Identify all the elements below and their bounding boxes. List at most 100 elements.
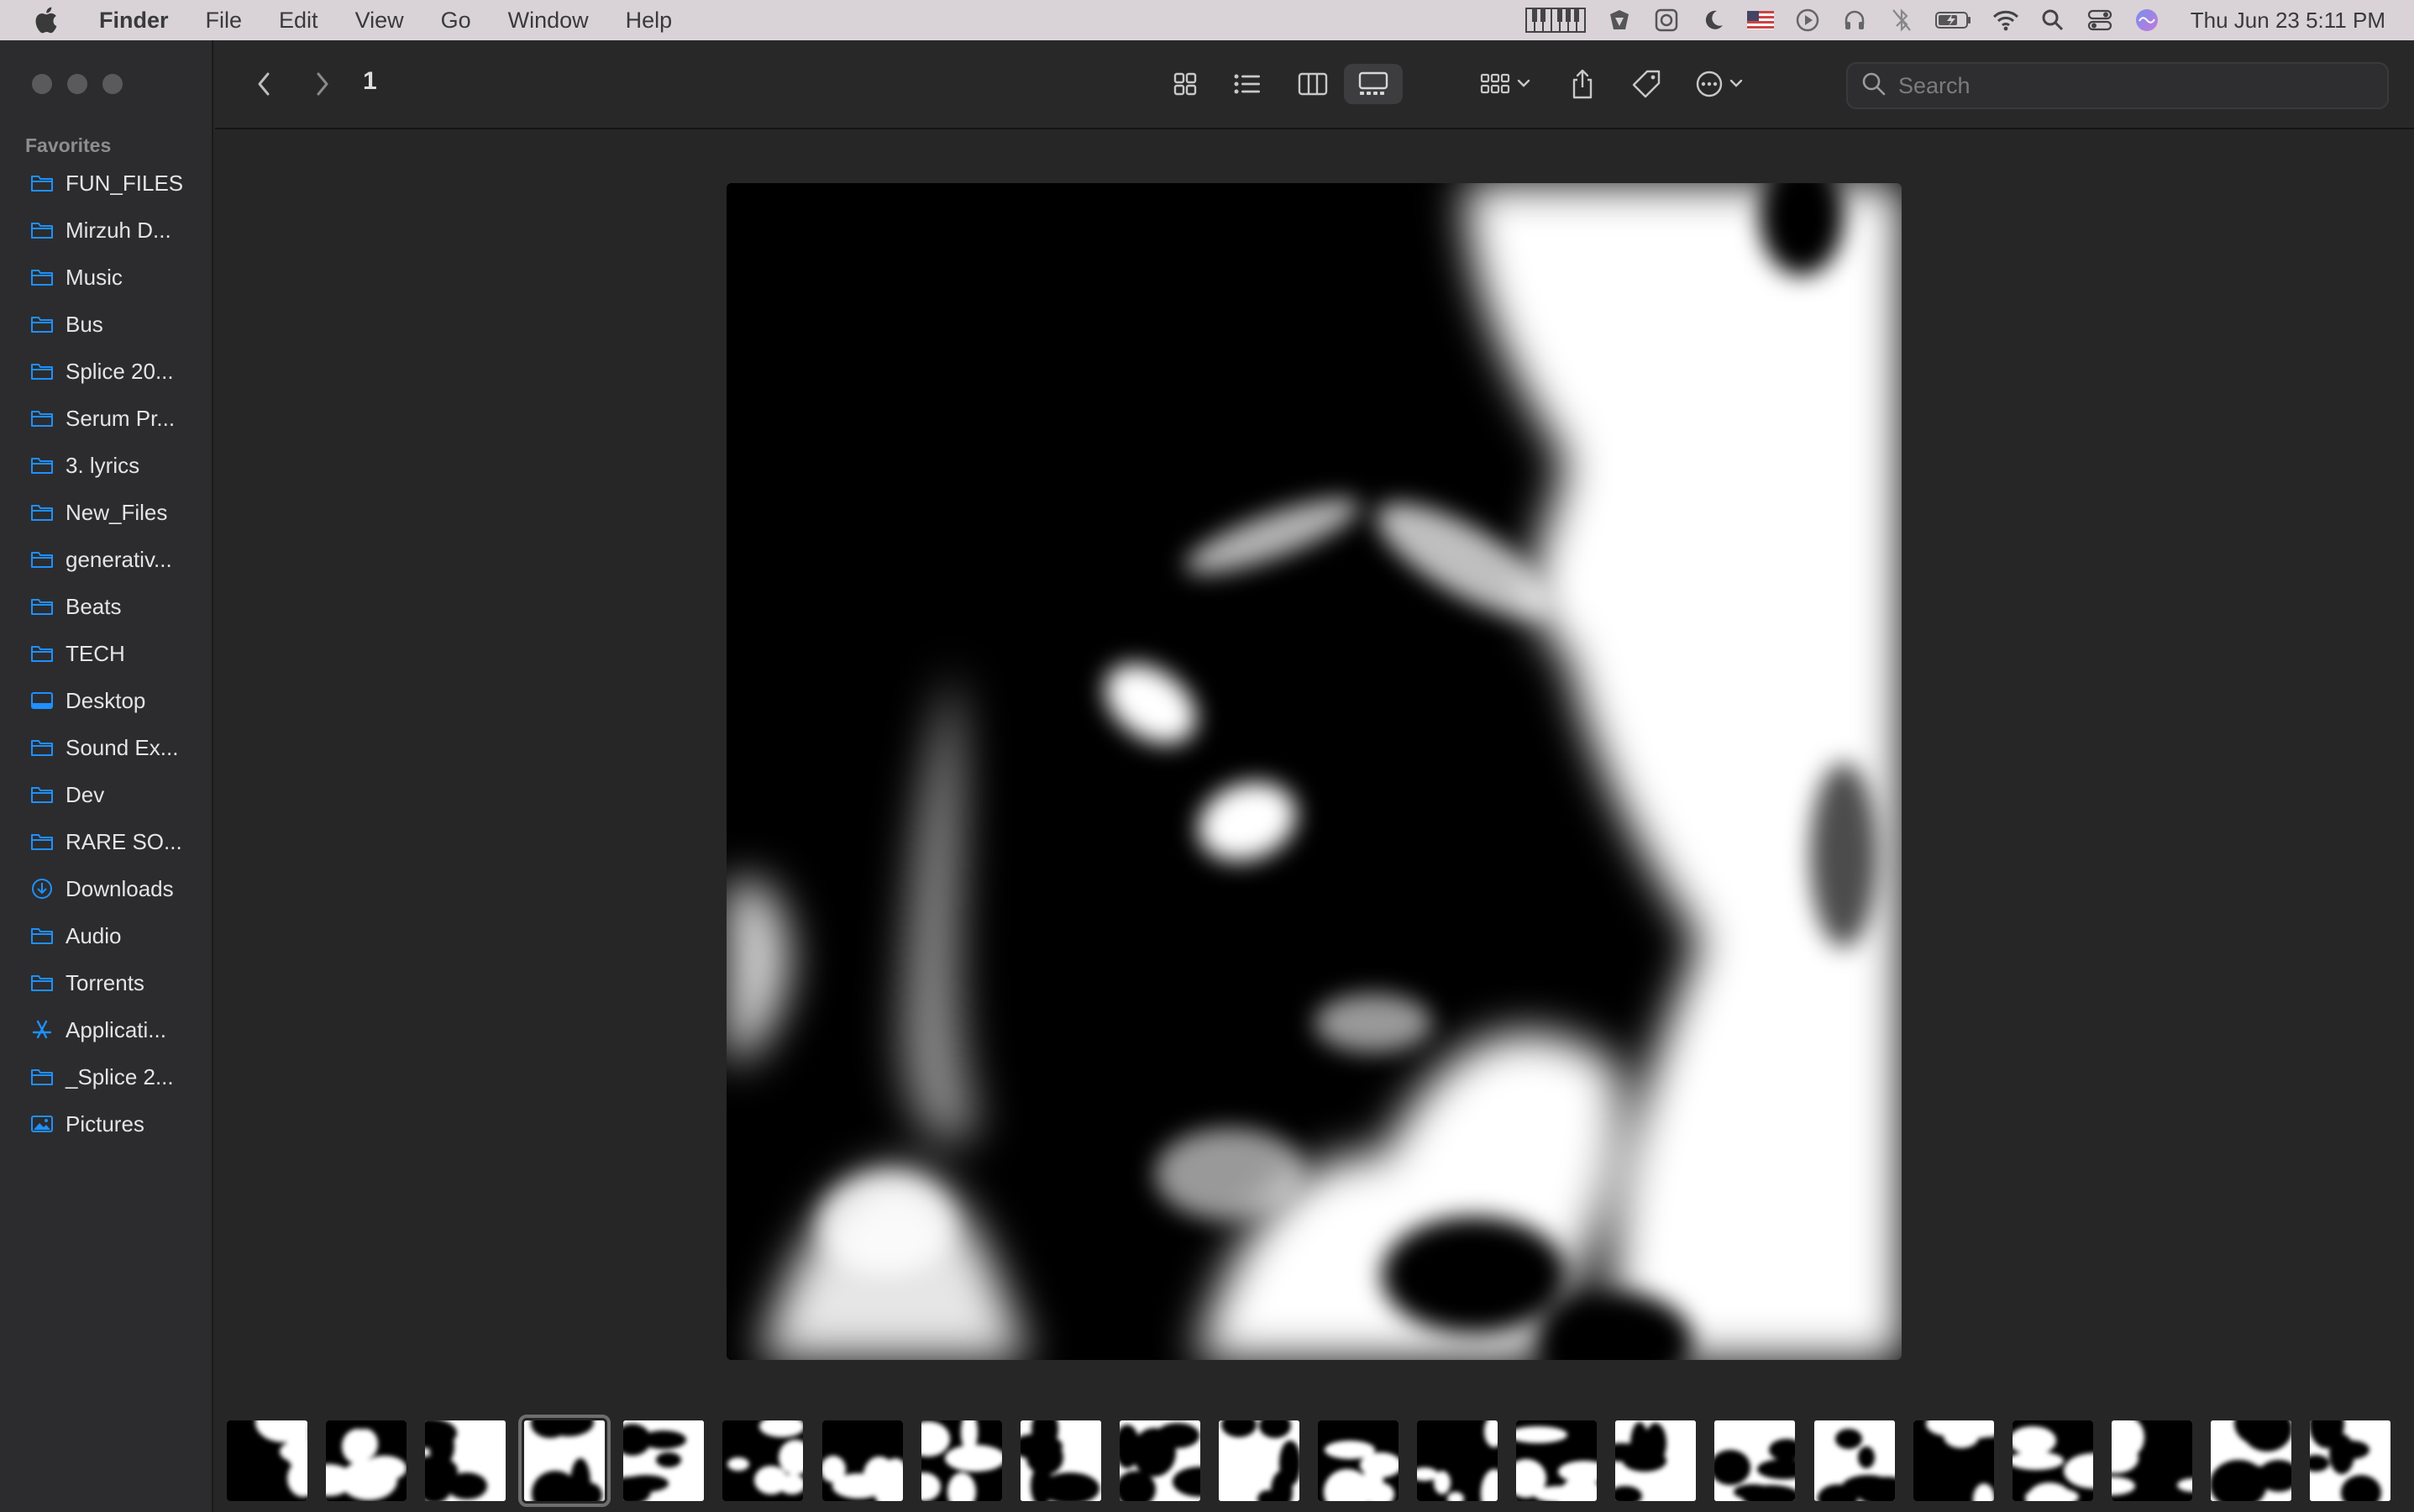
sidebar-item-label: _Splice 2... xyxy=(66,1063,174,1089)
tag-icon[interactable] xyxy=(1623,64,1670,104)
more-actions-button[interactable] xyxy=(1690,64,1757,104)
filmstrip-thumbnail[interactable] xyxy=(326,1420,407,1501)
headphones-icon[interactable] xyxy=(1840,6,1869,34)
sidebar-item-splice-2[interactable]: _Splice 2... xyxy=(0,1053,212,1100)
wifi-icon[interactable] xyxy=(1992,6,2020,34)
column-view-button[interactable] xyxy=(1287,64,1339,104)
filmstrip-thumbnail[interactable] xyxy=(1615,1420,1697,1501)
us-flag-icon[interactable] xyxy=(1746,6,1775,34)
sidebar-item-label: Audio xyxy=(66,922,122,948)
sidebar-item-bus[interactable]: Bus xyxy=(0,301,212,348)
sidebar-item-serum-pr[interactable]: Serum Pr... xyxy=(0,395,212,442)
control-center-icon[interactable] xyxy=(2086,6,2114,34)
folder-icon xyxy=(29,924,55,948)
filmstrip-thumbnail[interactable] xyxy=(2111,1420,2192,1501)
finder-window: Favorites FUN_FILES Mirzuh D... Music Bus Sp… xyxy=(0,40,2414,1512)
filmstrip-thumbnail[interactable] xyxy=(1318,1420,1399,1501)
menu-file[interactable]: File xyxy=(206,8,243,34)
sidebar-item-label: FUN_FILES xyxy=(66,170,184,196)
sidebar-item-rare-so[interactable]: RARE SO... xyxy=(0,818,212,865)
back-button[interactable] xyxy=(245,64,282,104)
sidebar-item-3-lyrics[interactable]: 3. lyrics xyxy=(0,442,212,489)
toolbar: 1 xyxy=(215,40,2414,129)
filmstrip-thumbnail[interactable] xyxy=(1417,1420,1498,1501)
sidebar-item-pictures[interactable]: Pictures xyxy=(0,1100,212,1147)
filmstrip-thumbnail[interactable] xyxy=(1516,1420,1598,1501)
filmstrip-thumbnail[interactable] xyxy=(1714,1420,1796,1501)
bluetooth-off-icon[interactable] xyxy=(1887,6,1916,34)
filmstrip-thumbnail[interactable] xyxy=(821,1420,903,1501)
app-icon[interactable] xyxy=(1605,6,1634,34)
sidebar-item-torrents[interactable]: Torrents xyxy=(0,959,212,1006)
sidebar-item-label: Serum Pr... xyxy=(66,405,176,431)
sidebar-item-splice-20[interactable]: Splice 20... xyxy=(0,348,212,395)
filmstrip-thumbnail[interactable] xyxy=(1913,1420,1994,1501)
app-icon[interactable] xyxy=(1652,6,1681,34)
downloads-icon xyxy=(29,877,55,900)
sidebar-item-audio[interactable]: Audio xyxy=(0,912,212,959)
sidebar-item-downloads[interactable]: Downloads xyxy=(0,865,212,912)
pictures-icon xyxy=(29,1112,55,1136)
menu-help[interactable]: Help xyxy=(626,8,673,34)
close-button[interactable] xyxy=(32,74,52,94)
search-field[interactable] xyxy=(1846,62,2389,109)
siri-icon[interactable] xyxy=(2133,6,2161,34)
filmstrip-thumbnail[interactable] xyxy=(518,1415,611,1507)
gallery-preview-image[interactable] xyxy=(727,183,1902,1360)
menu-edit[interactable]: Edit xyxy=(279,8,318,34)
sidebar-item-label: Splice 20... xyxy=(66,358,174,384)
sidebar-item-desktop[interactable]: Desktop xyxy=(0,677,212,724)
play-icon[interactable] xyxy=(1793,6,1822,34)
search-input[interactable] xyxy=(1898,72,2369,99)
sidebar-item-generativ[interactable]: generativ... xyxy=(0,536,212,583)
filmstrip-thumbnail[interactable] xyxy=(425,1420,506,1501)
icon-view-button[interactable] xyxy=(1159,64,1211,104)
sidebar-item-label: New_Files xyxy=(66,499,168,525)
sidebar-item-fun-files[interactable]: FUN_FILES xyxy=(0,160,212,207)
folder-icon xyxy=(29,501,55,524)
sidebar-item-applicati[interactable]: Applicati... xyxy=(0,1006,212,1053)
filmstrip-thumbnail[interactable] xyxy=(1218,1420,1299,1501)
filmstrip-thumbnail[interactable] xyxy=(2210,1420,2291,1501)
sidebar-item-beats[interactable]: Beats xyxy=(0,583,212,630)
folder-icon xyxy=(29,171,55,195)
battery-icon[interactable] xyxy=(1934,6,1973,34)
menu-window[interactable]: Window xyxy=(508,8,589,34)
sidebar-item-mirzuh-d[interactable]: Mirzuh D... xyxy=(0,207,212,254)
sidebar-item-label: TECH xyxy=(66,640,125,666)
filmstrip-thumbnail[interactable] xyxy=(227,1420,307,1501)
filmstrip-thumbnail[interactable] xyxy=(2012,1420,2093,1501)
menu-app-name[interactable]: Finder xyxy=(99,8,169,34)
filmstrip-thumbnail[interactable] xyxy=(1020,1420,1101,1501)
filmstrip-thumbnail[interactable] xyxy=(722,1420,804,1501)
folder-icon xyxy=(29,407,55,430)
menubar-clock[interactable]: Thu Jun 23 5:11 PM xyxy=(2191,8,2385,34)
sidebar-item-tech[interactable]: TECH xyxy=(0,630,212,677)
zoom-button[interactable] xyxy=(102,74,123,94)
menu-view[interactable]: View xyxy=(355,8,404,34)
folder-icon xyxy=(29,218,55,242)
apple-menu-icon[interactable] xyxy=(29,3,62,37)
forward-button[interactable] xyxy=(304,64,341,104)
share-icon[interactable] xyxy=(1559,64,1606,104)
group-by-button[interactable] xyxy=(1475,64,1542,104)
minimize-button[interactable] xyxy=(67,74,87,94)
sidebar-item-music[interactable]: Music xyxy=(0,254,212,301)
moon-icon[interactable] xyxy=(1699,6,1728,34)
filmstrip-thumbnail[interactable] xyxy=(2309,1420,2390,1501)
menu-go[interactable]: Go xyxy=(441,8,471,34)
sidebar-section-header: Favorites xyxy=(25,134,112,156)
gallery-view-button[interactable] xyxy=(1344,64,1403,104)
sidebar-item-new-files[interactable]: New_Files xyxy=(0,489,212,536)
sidebar-item-dev[interactable]: Dev xyxy=(0,771,212,818)
piano-keys-icon[interactable] xyxy=(1524,6,1587,34)
filmstrip-thumbnail[interactable] xyxy=(623,1420,705,1501)
sidebar-item-sound-ex[interactable]: Sound Ex... xyxy=(0,724,212,771)
sidebar-item-label: Applicati... xyxy=(66,1016,166,1042)
spotlight-icon[interactable] xyxy=(2039,6,2067,34)
filmstrip-thumbnail[interactable] xyxy=(1813,1420,1895,1501)
filmstrip-thumbnail[interactable] xyxy=(1119,1420,1200,1501)
status-area: Thu Jun 23 5:11 PM xyxy=(1515,0,2414,40)
list-view-button[interactable] xyxy=(1221,64,1273,104)
filmstrip-thumbnail[interactable] xyxy=(921,1420,1002,1501)
